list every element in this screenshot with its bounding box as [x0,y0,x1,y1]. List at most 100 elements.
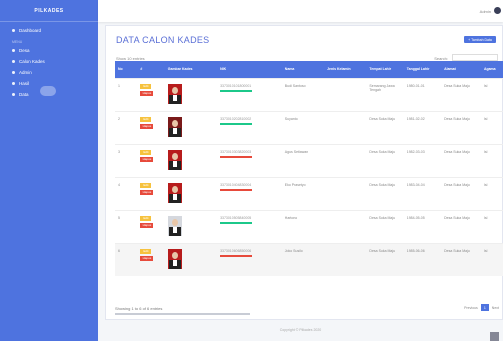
status-bar [220,221,253,224]
col-no[interactable]: No [115,61,138,78]
col-gender[interactable]: Jenis Kelamin [324,61,367,78]
cell-alamat: Desa Suka Maju [441,209,481,243]
status-bar [220,122,253,125]
cell-actions: Edit Hapus [137,176,165,210]
edit-button[interactable]: Edit [140,149,152,155]
sidebar-item-dashboard[interactable]: Dashboard [0,25,98,36]
sidebar-item-calon-kades[interactable]: Calon Kades [0,56,98,67]
cell-tempat: Semarang Jawa Tengah [366,77,404,111]
candidate-photo [167,83,182,104]
cell-actions: Edit Hapus [137,77,165,111]
nik-text: 3373010202810002 [220,116,252,121]
sidebar-item-label: Calon Kades [19,59,45,64]
status-bar [220,89,253,92]
edit-button[interactable]: Edit [140,83,152,89]
delete-button[interactable]: Hapus [140,189,154,195]
sidebar-item-desa[interactable]: Desa [0,45,98,56]
cell-tempat: Desa Suka Maju [366,242,404,276]
sidebar-toggle-button[interactable] [40,86,56,96]
table-row: 4 Edit Hapus 3373010404830004 Eko Prasety… [115,176,503,210]
cell-name: Joko Susilo [281,242,325,276]
chart-icon [12,82,15,85]
next-page-button[interactable]: Next [492,306,499,310]
candidate-photo [167,215,182,236]
cell-actions: Edit Hapus [137,110,165,144]
edit-button[interactable]: Edit [140,116,152,122]
cell-nik: 3373010101800001 [217,77,282,111]
cell-name: Hartono [281,209,325,243]
cell-actions: Edit Hapus [137,242,165,276]
cell-agama: Isl [480,242,503,276]
user-name[interactable]: Admin [480,9,491,14]
delete-button[interactable]: Hapus [140,222,154,228]
cell-actions: Edit Hapus [137,209,165,243]
add-data-button[interactable]: + Tambah Data [464,36,496,43]
col-photo[interactable]: Gambar Kades [164,61,218,78]
cell-tanggal: 1984-05-05 [403,209,442,243]
horizontal-scrollbar[interactable] [115,313,250,315]
avatar[interactable] [494,7,501,14]
cell-photo [164,143,218,177]
cell-tanggal: 1980-01-01 [403,77,442,111]
col-tempat[interactable]: Tempat Lahir [366,61,404,78]
col-agama[interactable]: Agama [480,61,503,78]
sidebar-item-label: Desa [19,48,30,53]
cell-no: 2 [115,110,138,144]
table-info: Showing 1 to 6 of 6 entries [115,306,163,311]
status-bar [220,254,253,257]
data-table: No # Gambar Kades NIK Nama Jenis Kelamin… [115,61,503,276]
cell-gender [324,209,367,243]
cell-agama: Isl [480,176,503,210]
col-nama[interactable]: Nama [281,61,325,78]
page-1-button[interactable]: 1 [480,304,489,311]
search-input[interactable] [452,54,498,61]
table-row: 5 Edit Hapus 3373010505840005 Hartono Des… [115,209,503,243]
nik-text: 3373010606850006 [220,248,252,253]
candidate-photo [167,116,182,137]
scroll-to-top-button[interactable] [490,332,499,341]
brand[interactable]: PILKADES [0,0,98,22]
col-tanggal[interactable]: Tanggal Lahir [403,61,442,78]
cell-photo [164,242,218,276]
nik-text: 3373010303820003 [220,149,252,154]
sidebar-item-label: Data [19,92,29,97]
topbar: Admin [98,0,503,22]
cell-name: Suyanto [281,110,325,144]
cell-photo [164,209,218,243]
cell-tempat: Desa Suka Maju [366,143,404,177]
cell-no: 1 [115,77,138,111]
edit-button[interactable]: Edit [140,248,152,254]
table-icon [12,93,15,96]
status-bar [220,188,253,191]
delete-button[interactable]: Hapus [140,255,154,261]
cell-tanggal: 1981-02-02 [403,110,442,144]
cell-name: Eko Prasetyo [281,176,325,210]
nik-text: 3373010404830004 [220,182,252,187]
cell-alamat: Desa Suka Maju [441,176,481,210]
delete-button[interactable]: Hapus [140,90,154,96]
sidebar-item-label: Dashboard [19,28,42,33]
delete-button[interactable]: Hapus [140,123,154,129]
cell-alamat: Desa Suka Maju [441,242,481,276]
pagination: Previous 1 Next [464,304,499,311]
cell-alamat: Desa Suka Maju [441,77,481,111]
col-nik[interactable]: NIK [217,61,282,78]
sidebar: PILKADES Dashboard Menu Desa Calon Kades… [0,0,98,341]
page-title: DATA CALON KADES [116,35,210,45]
cell-gender [324,77,367,111]
table-row: 1 Edit Hapus 3373010101800001 Budi Santos… [115,77,503,111]
nik-text: 3373010505840005 [220,215,252,220]
edit-button[interactable]: Edit [140,182,152,188]
sidebar-item-admin[interactable]: Admin [0,67,98,78]
col-action[interactable]: # [137,61,165,78]
user-icon [12,71,15,74]
cell-nik: 3373010606850006 [217,242,282,276]
prev-page-button[interactable]: Previous [464,306,478,310]
sidebar-item-label: Hasil [19,81,30,86]
sidebar-item-label: Admin [19,70,32,75]
edit-button[interactable]: Edit [140,215,152,221]
cell-agama: Isl [480,77,503,111]
delete-button[interactable]: Hapus [140,156,154,162]
col-alamat[interactable]: Alamat [441,61,481,78]
cell-no: 4 [115,176,138,210]
